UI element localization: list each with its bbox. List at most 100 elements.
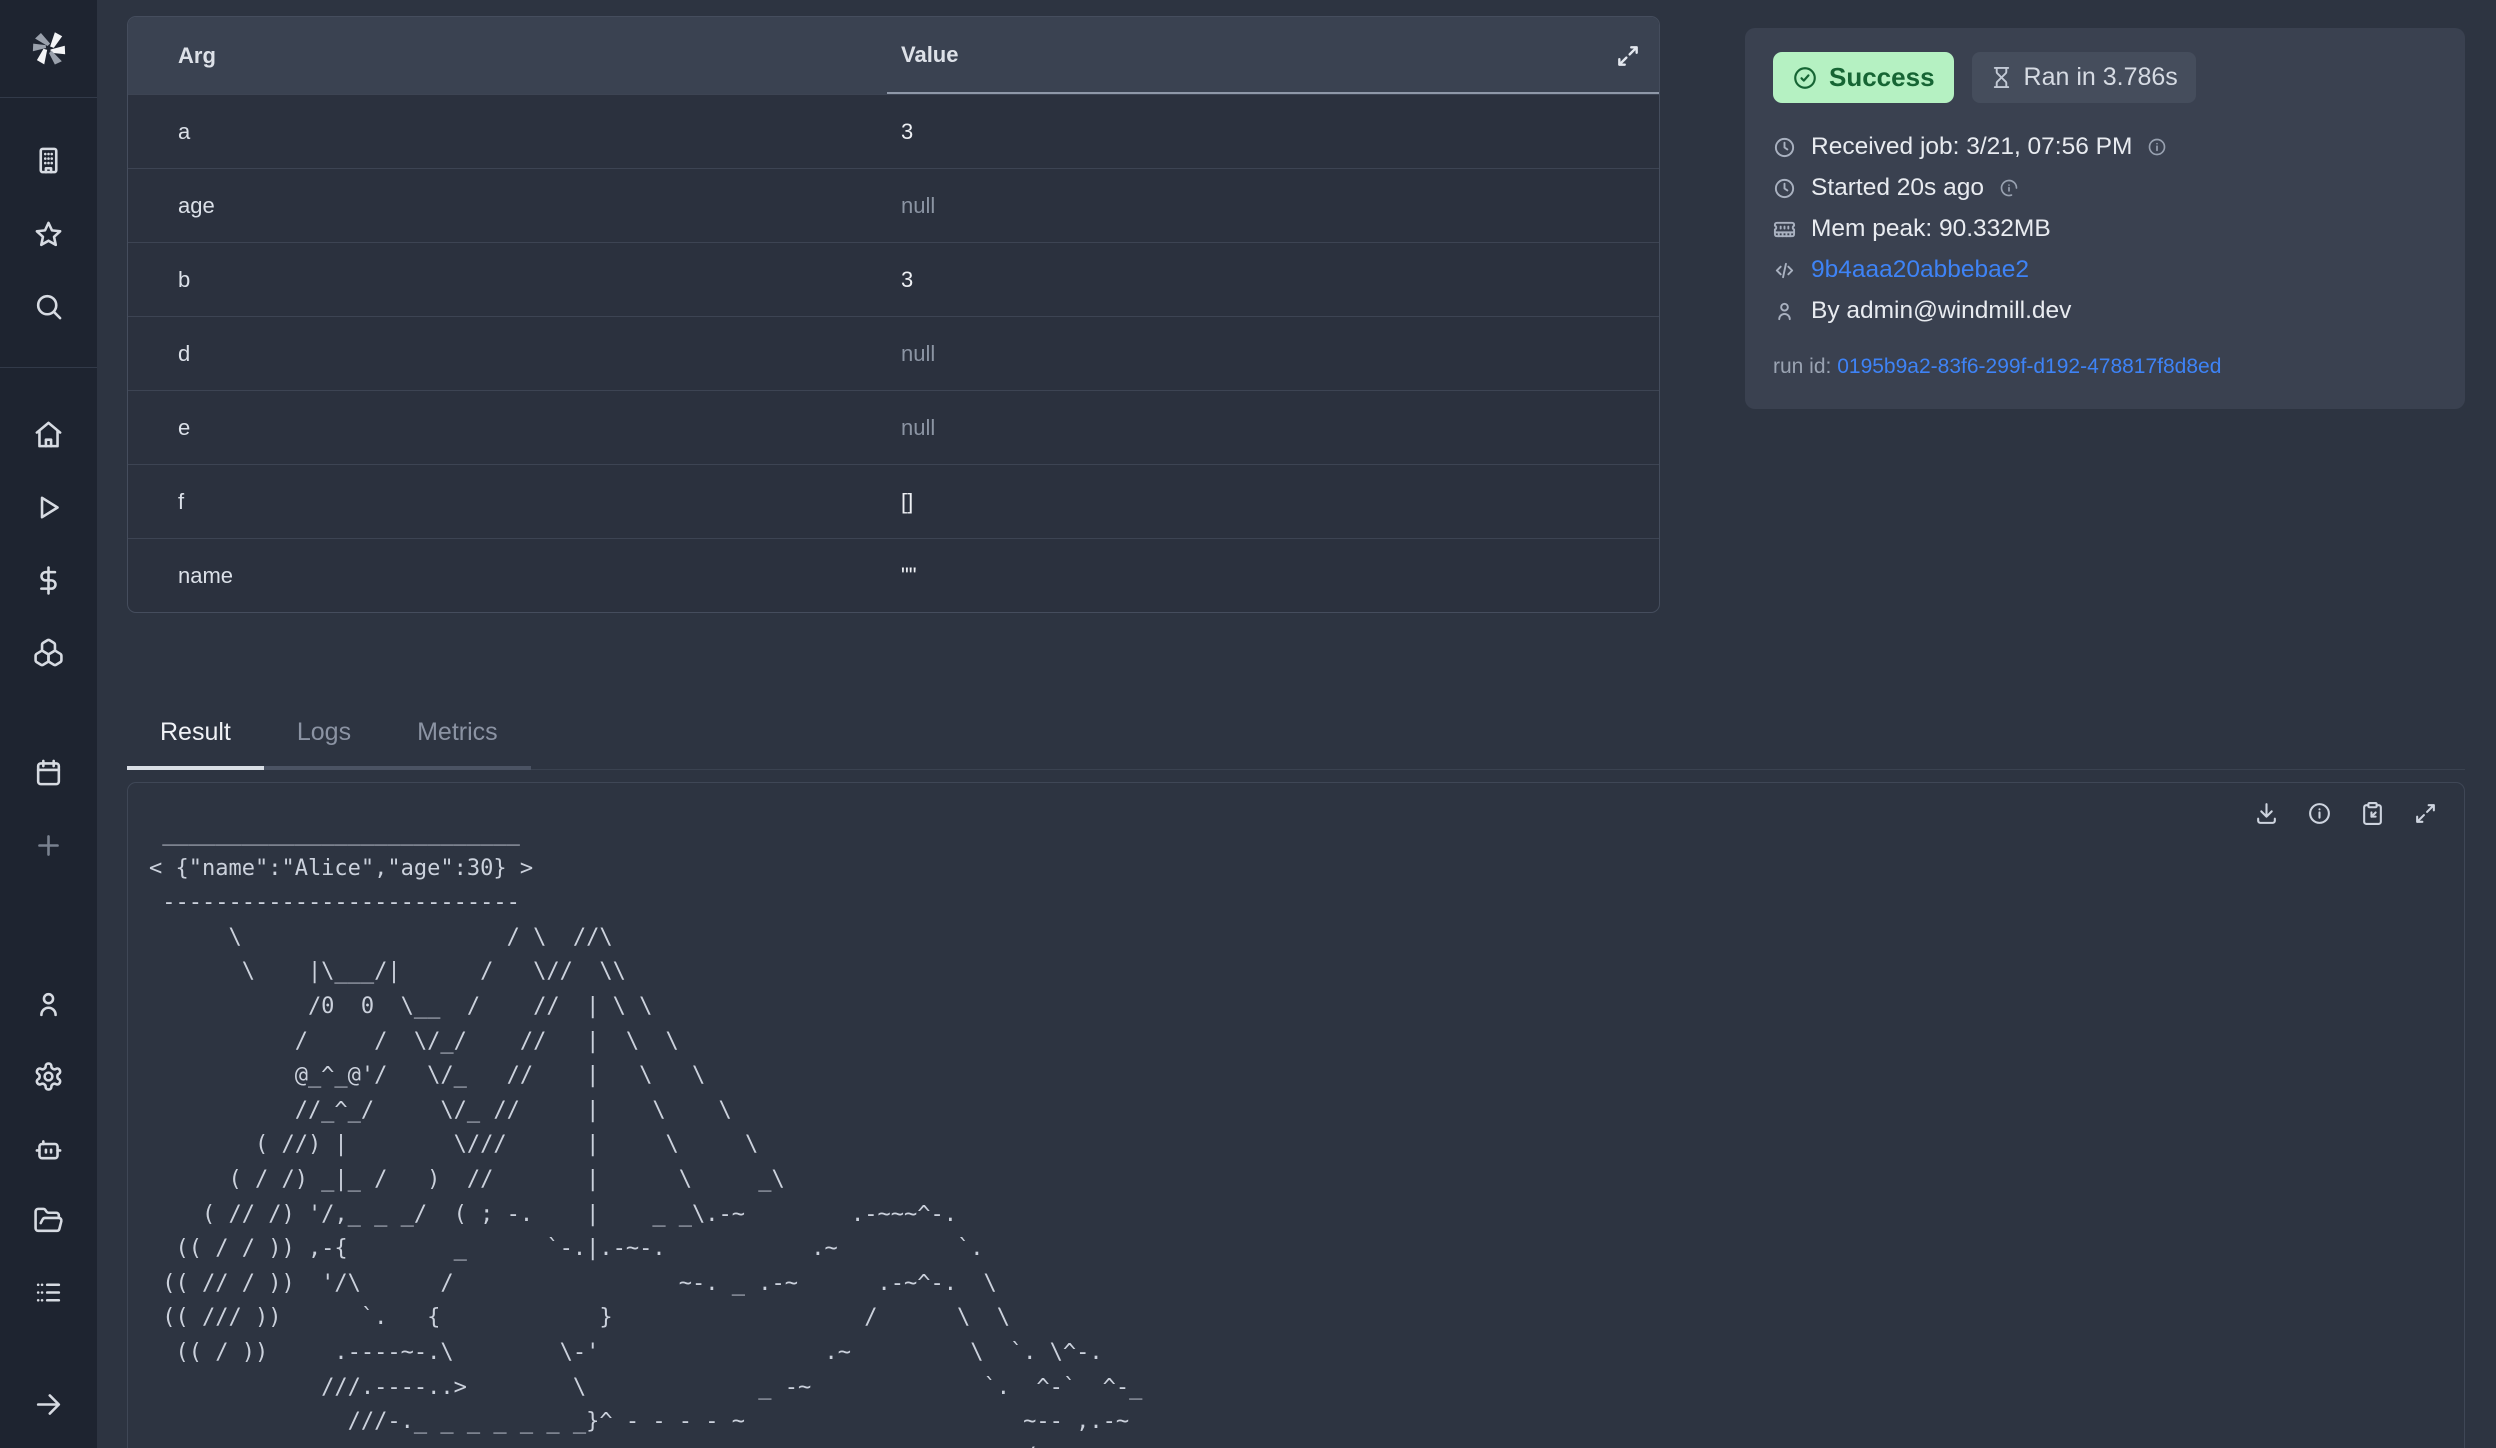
sidebar-item-workers[interactable] [0,1112,97,1184]
star-icon [33,219,64,250]
clock-icon [1773,136,1796,159]
copy-result-button[interactable] [2360,801,2385,826]
arg-value: null [887,341,1659,367]
sidebar-item-home[interactable] [0,398,97,470]
arg-name: age [128,193,887,219]
sidebar-divider [0,367,97,368]
tab-result[interactable]: Result [127,704,264,770]
sidebar-item-runs[interactable] [0,471,97,543]
folder-open-icon [33,1205,64,1236]
received-text: Received job: 3/21, 07:56 PM [1811,133,2132,161]
windmill-logo[interactable] [0,8,97,88]
clipboard-copy-icon [2360,801,2385,826]
sidebar-item-logs[interactable] [0,1256,97,1328]
run-id-link[interactable]: 0195b9a2-83f6-299f-d192-478817f8d8ed [1837,355,2221,378]
arg-name: f [128,489,887,515]
gear-icon [33,1061,64,1092]
sidebar-item-user[interactable] [0,968,97,1040]
info-icon [2307,801,2332,826]
result-panel: ___________________________ < {"name":"A… [127,782,2465,1448]
args-table-body: a3agenullb3dnullenullf[]name"" [128,94,1659,612]
list-icon [33,1277,64,1308]
expand-icon [1615,43,1641,69]
download-button[interactable] [2254,801,2279,826]
sidebar-item-favorites[interactable] [0,198,97,270]
args-table-header: Arg Value [128,17,1659,94]
play-icon [33,492,64,523]
table-row: enull [128,390,1659,464]
sidebar-item-folders[interactable] [0,1184,97,1256]
windmill-logo-icon [27,26,71,70]
bot-icon [33,1133,64,1164]
arrow-right-icon [33,1389,64,1420]
result-tabs: ResultLogsMetrics [127,704,2465,770]
clock-icon [1773,177,1796,200]
run-id-label: run id: [1773,355,1831,378]
tab-metrics[interactable]: Metrics [384,704,531,770]
arg-name: b [128,267,887,293]
arg-name: d [128,341,887,367]
started-row: Started 20s ago [1773,174,2437,202]
hourglass-icon [1990,66,2013,89]
user-icon [33,989,64,1020]
args-expand-button[interactable] [1615,43,1641,69]
mem-text: Mem peak: 90.332MB [1811,215,2051,243]
args-table: Arg Value a3agenullb3dnullenullf[]name"" [127,16,1660,613]
received-row: Received job: 3/21, 07:56 PM [1773,133,2437,161]
result-output: ___________________________ < {"name":"A… [128,783,2464,1448]
sidebar-item-variables[interactable] [0,544,97,616]
status-badge: Success [1773,52,1954,103]
hash-row: 9b4aaa20abbebae2 [1773,256,2437,284]
code-icon [1773,259,1796,282]
expand-result-button[interactable] [2413,801,2438,826]
sidebar-item-settings[interactable] [0,1040,97,1112]
table-row: dnull [128,316,1659,390]
sidebar-item-schedules[interactable] [0,736,97,808]
started-text: Started 20s ago [1811,174,1984,202]
tab-logs[interactable]: Logs [264,704,384,770]
arg-value: "" [887,563,1659,589]
by-text: By admin@windmill.dev [1811,297,2071,325]
mem-row: Mem peak: 90.332MB [1773,215,2437,243]
result-info-button[interactable] [2307,801,2332,826]
sidebar [0,0,97,1448]
result-toolbar [2254,801,2438,826]
arg-value: null [887,415,1659,441]
table-row: b3 [128,242,1659,316]
home-icon [33,419,64,450]
sidebar-expand-button[interactable] [0,1368,97,1440]
dollar-icon [33,565,64,596]
calendar-icon [33,757,64,788]
download-icon [2254,801,2279,826]
memory-icon [1773,218,1796,241]
boxes-icon [33,637,64,668]
plus-icon [33,830,64,861]
duration-chip: Ran in 3.786s [1972,52,2196,103]
sidebar-item-add[interactable] [0,809,97,881]
arg-name: a [128,119,887,145]
column-header-arg: Arg [128,43,887,69]
arg-name: name [128,563,887,589]
sidebar-item-workspace[interactable] [0,124,97,196]
expand-icon [2413,801,2438,826]
sidebar-item-search[interactable] [0,270,97,342]
job-info-card: Success Ran in 3.786s Received job: 3/21… [1745,28,2465,409]
script-hash-link[interactable]: 9b4aaa20abbebae2 [1811,256,2029,284]
arg-value: 3 [887,119,1659,145]
table-row: a3 [128,94,1659,168]
sidebar-divider [0,97,97,98]
column-header-value: Value [887,17,1659,94]
by-row: By admin@windmill.dev [1773,297,2437,325]
table-row: f[] [128,464,1659,538]
check-circle-icon [1792,65,1818,91]
arg-value: null [887,193,1659,219]
started-info-icon[interactable] [1999,178,2019,198]
search-icon [33,291,64,322]
status-label: Success [1829,62,1935,93]
arg-value: 3 [887,267,1659,293]
table-row: name"" [128,538,1659,612]
building-icon [33,145,64,176]
received-info-icon[interactable] [2147,137,2167,157]
sidebar-item-resources[interactable] [0,616,97,688]
duration-label: Ran in 3.786s [2024,63,2178,92]
